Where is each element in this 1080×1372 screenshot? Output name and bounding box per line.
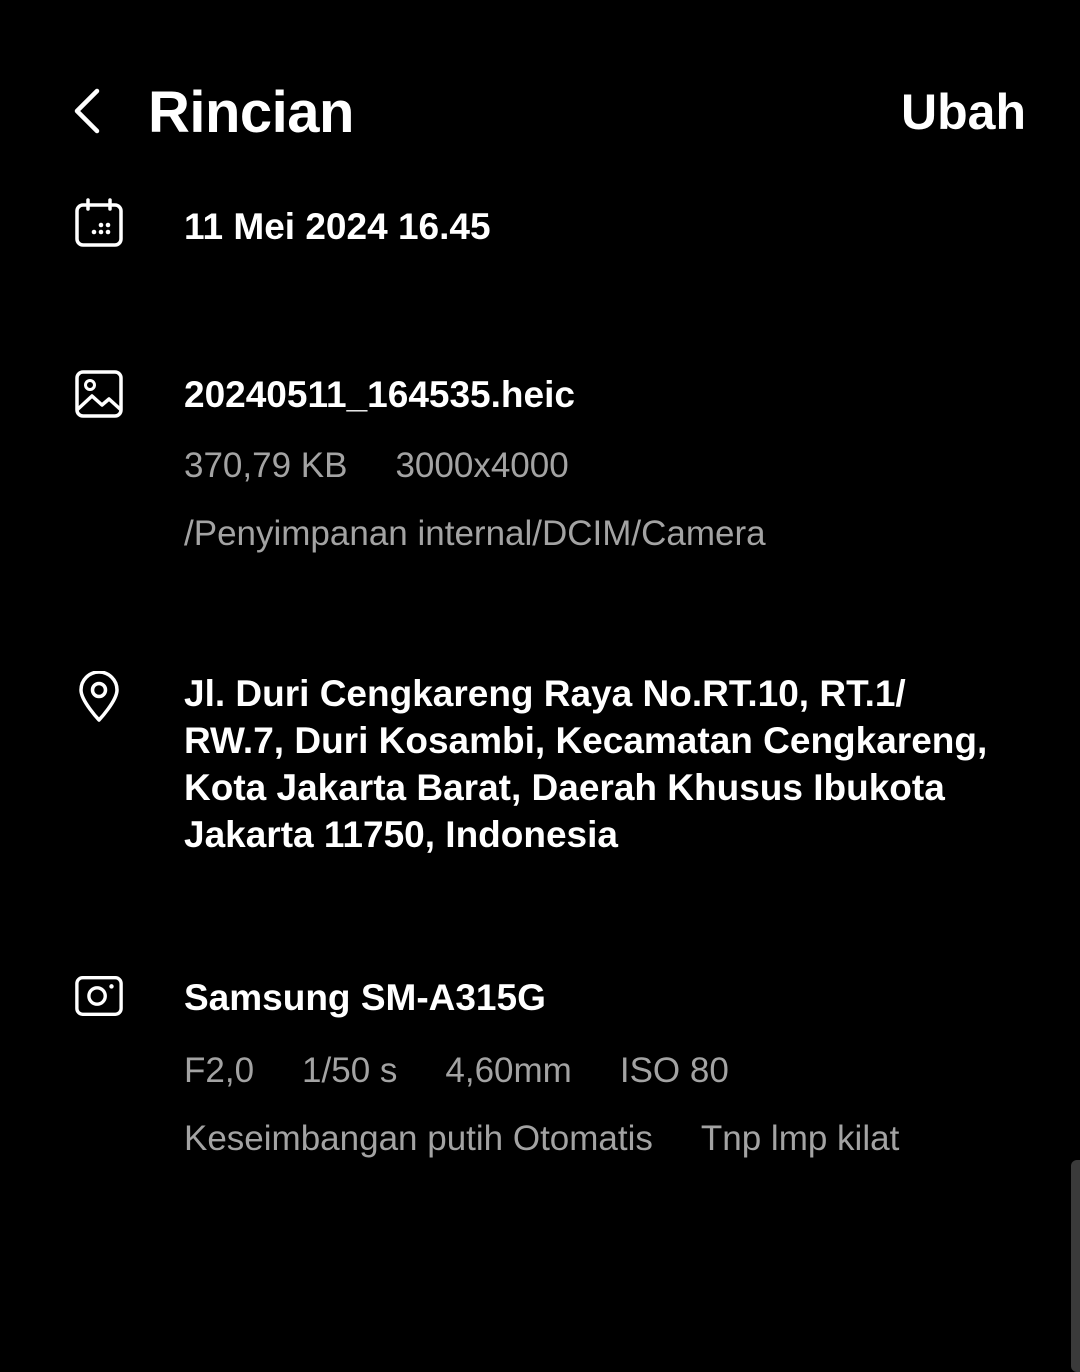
file-name: 20240511_164535.heic (184, 374, 575, 415)
location-pin-icon (74, 671, 124, 722)
flash-value: Tnp lmp kilat (700, 1119, 900, 1158)
scroll-handle[interactable] (1071, 1160, 1080, 1372)
file-details: 20240511_164535.heic 370,79 KB 3000x4000 … (184, 371, 1010, 556)
edit-button[interactable]: Ubah (901, 82, 1026, 142)
camera-icon (74, 971, 124, 1021)
file-size: 370,79 KB (184, 446, 348, 485)
camera-section: Samsung SM-A315G F2,0 1/50 s 4,60mm ISO 80 … (0, 968, 1080, 1168)
date-section: 11 Mei 2024 16.45 (0, 196, 1080, 286)
camera-details: Samsung SM-A315G F2,0 1/50 s 4,60mm ISO 80 … (184, 974, 1010, 1161)
camera-model: Samsung SM-A315G (184, 977, 546, 1018)
iso-value: ISO 80 (619, 1051, 729, 1090)
address-line: Jakarta 11750, Indonesia (184, 814, 618, 855)
file-section: 20240511_164535.heic 370,79 KB 3000x4000 … (0, 364, 1080, 564)
app-bar: Rincian Ubah (0, 0, 1080, 200)
camera-exposure-row: F2,0 1/50 s 4,60mm ISO 80 (184, 1049, 1010, 1093)
date-value: 11 Mei 2024 16.45 (184, 206, 491, 247)
camera-settings-row: Keseimbangan putih Otomatis Tnp lmp kilat (184, 1117, 1010, 1161)
address-line: Kota Jakarta Barat, Daerah Khusus Ibukot… (184, 767, 945, 808)
aperture-value: F2,0 (184, 1051, 255, 1090)
white-balance-value: Keseimbangan putih Otomatis (184, 1119, 653, 1158)
image-icon (74, 369, 124, 419)
file-meta-row: 370,79 KB 3000x4000 (184, 444, 1010, 488)
location-address: Jl. Duri Cengkareng Raya No.RT.10, RT.1/… (184, 670, 1010, 858)
location-section: Jl. Duri Cengkareng Raya No.RT.10, RT.1/… (0, 668, 1080, 868)
shutter-value: 1/50 s (302, 1051, 398, 1090)
focal-length-value: 4,60mm (445, 1051, 572, 1090)
address-line: RW.7, Duri Kosambi, Kecamatan Cengkareng… (184, 720, 988, 761)
file-resolution: 3000x4000 (395, 446, 569, 485)
page-title: Rincian (148, 80, 355, 145)
file-path: /Penyimpanan internal/DCIM/Camera (184, 514, 766, 553)
chevron-left-icon (74, 88, 100, 134)
address-line: Jl. Duri Cengkareng Raya No.RT.10, RT.1/ (184, 673, 906, 714)
calendar-icon (74, 198, 124, 248)
back-button[interactable] (60, 78, 114, 144)
